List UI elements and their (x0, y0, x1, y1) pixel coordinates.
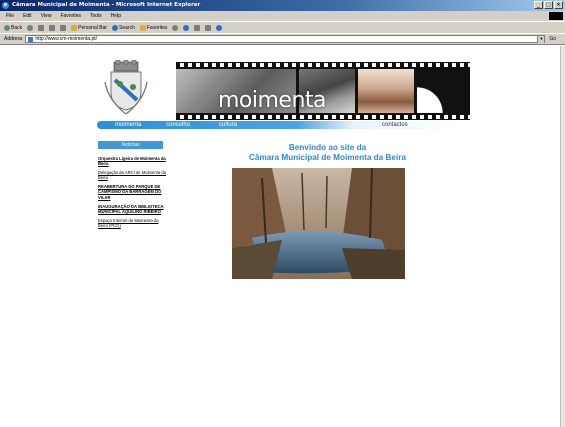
standard-toolbar: Back Personal Bar Search Favorites (0, 21, 565, 33)
window-titlebar: e Câmara Municipal de Moimenta - Microso… (0, 0, 565, 11)
forward-arrow-icon (27, 24, 34, 31)
edit-button[interactable] (205, 24, 212, 31)
welcome-heading: Benvindo ao site da Câmara Municipal de … (200, 143, 455, 163)
stop-icon (38, 24, 45, 31)
site-brand: moimenta (218, 88, 327, 113)
favorites-label: Favorites (146, 24, 168, 31)
stop-button[interactable] (38, 24, 45, 31)
window-title: Câmara Municipal de Moimenta - Microsoft… (12, 2, 201, 8)
site-navbar: moimenta concelho cultura contactos (97, 121, 462, 129)
address-bar: Address http://www.cm-moimenta.pt/ ▼ Go (0, 33, 565, 45)
vertical-scrollbar[interactable] (560, 46, 565, 427)
address-input[interactable]: http://www.cm-moimenta.pt/ ▼ (25, 35, 546, 43)
menu-file[interactable]: File (6, 13, 14, 19)
nav-moimenta[interactable]: moimenta (115, 121, 141, 129)
mail-icon (183, 24, 190, 31)
back-arrow-icon (4, 24, 10, 31)
menu-help[interactable]: Help (111, 13, 121, 19)
news-item-espaco-internet[interactable]: Espaço Internet de Moimenta da Beira (PC… (98, 218, 168, 228)
menu-bar: File Edit View Favorites Tools Help (0, 11, 565, 21)
menu-edit[interactable]: Edit (23, 13, 32, 19)
close-button[interactable]: × (554, 1, 563, 9)
address-label: Address (4, 36, 23, 42)
print-icon (194, 24, 201, 31)
personal-bar-button[interactable]: Personal Bar (71, 24, 108, 31)
back-button[interactable]: Back (4, 24, 23, 31)
favorites-icon (139, 24, 146, 31)
nav-cultura[interactable]: cultura (219, 121, 237, 129)
personal-bar-icon (71, 24, 78, 31)
refresh-button[interactable] (49, 24, 56, 31)
welcome-line-2: Câmara Municipal de Moimenta da Beira (249, 153, 406, 162)
news-heading: Notícias (98, 141, 163, 149)
film-curl (417, 69, 467, 113)
forward-button[interactable] (27, 24, 34, 31)
news-item-biblioteca[interactable]: INAUGURAÇÃO DA BIBLIOTECA MUNICIPAL AQUI… (98, 204, 168, 214)
menu-view[interactable]: View (41, 13, 52, 19)
address-url: http://www.cm-moimenta.pt/ (35, 36, 98, 42)
history-icon (172, 24, 179, 31)
personal-bar-label: Personal Bar (78, 24, 108, 31)
maximize-button[interactable]: □ (544, 1, 553, 9)
search-label: Search (119, 24, 135, 31)
windows-flag-icon (549, 12, 563, 20)
go-button[interactable]: Go (549, 36, 556, 42)
search-icon (112, 24, 119, 31)
minimize-button[interactable]: _ (534, 1, 543, 9)
news-list: Orquestra Ligeira de Moimenta da Beira D… (98, 156, 168, 232)
favorites-button[interactable]: Favorites (139, 24, 168, 31)
nav-contactos[interactable]: contactos (382, 121, 408, 129)
film-sprockets-bottom (176, 115, 470, 119)
news-item-orquestra[interactable]: Orquestra Ligeira de Moimenta da Beira (98, 156, 168, 166)
history-button[interactable] (172, 24, 179, 31)
discuss-icon (216, 24, 223, 31)
mail-button[interactable] (183, 24, 190, 31)
menu-favorites[interactable]: Favorites (60, 13, 81, 19)
news-item-arci[interactable]: Delegação da ARCI de Moimenta da Beira (98, 170, 168, 180)
window-controls: _ □ × (534, 1, 563, 9)
discuss-button[interactable] (216, 24, 223, 31)
news-item-parque-campismo[interactable]: REABERTURA DO PARQUE DE CAMPISMO DA BARR… (98, 184, 168, 199)
home-button[interactable] (60, 24, 67, 31)
film-sprockets-top (176, 63, 470, 67)
back-label: Back (11, 24, 23, 31)
nav-concelho[interactable]: concelho (166, 121, 190, 129)
edit-icon (205, 24, 212, 31)
coat-of-arms-icon (104, 60, 148, 115)
search-button[interactable]: Search (112, 24, 135, 31)
print-button[interactable] (194, 24, 201, 31)
banner-photo-3 (358, 69, 414, 113)
welcome-line-1: Benvindo ao site da (288, 143, 367, 152)
address-dropdown-icon[interactable]: ▼ (537, 35, 545, 43)
home-icon (60, 24, 67, 31)
page-icon (28, 36, 34, 42)
menu-tools[interactable]: Tools (90, 13, 102, 19)
refresh-icon (49, 24, 56, 31)
ie-logo-icon: e (2, 2, 9, 9)
river-landscape-photo (232, 168, 405, 279)
